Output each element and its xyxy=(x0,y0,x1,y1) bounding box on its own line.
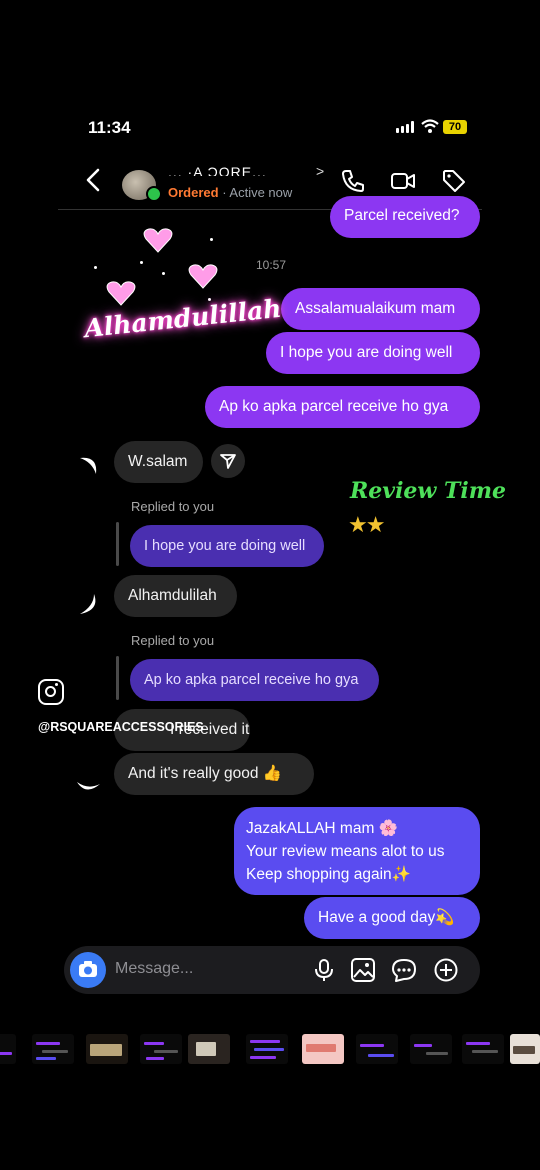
thumbnail[interactable] xyxy=(410,1034,452,1064)
story-thumbnail-strip xyxy=(0,1034,540,1068)
stars-sticker: ★★ xyxy=(348,512,385,537)
chat-title[interactable]: ... ·A ƆORE... xyxy=(168,164,318,176)
sticker-icon[interactable] xyxy=(391,958,417,982)
thumbnail[interactable] xyxy=(462,1034,504,1064)
reply-line xyxy=(116,522,119,566)
thumbnail[interactable] xyxy=(356,1034,398,1064)
sparkle-dot xyxy=(140,261,143,264)
phone-icon[interactable] xyxy=(340,168,366,194)
sparkle-dot xyxy=(94,266,97,269)
reply-quote[interactable]: Ap ko apka parcel receive ho gya xyxy=(130,659,379,701)
sender-avatar-moon xyxy=(80,457,97,474)
message-line: JazakALLAH mam 🌸 xyxy=(246,820,398,837)
thumbnail[interactable] xyxy=(32,1034,74,1064)
message-bubble-incoming[interactable]: Alhamdulilah xyxy=(114,575,237,617)
thumbnail[interactable] xyxy=(0,1034,16,1064)
message-line: Your review means alot to us xyxy=(246,843,445,860)
ordered-label: Ordered xyxy=(168,185,219,200)
message-bubble-incoming[interactable]: And it's really good 👍 xyxy=(114,753,314,795)
thumbnail[interactable] xyxy=(140,1034,182,1064)
message-bubble-outgoing[interactable]: Parcel received? xyxy=(330,196,480,238)
message-bubble-outgoing[interactable]: Ap ko apka parcel receive ho gya xyxy=(205,386,480,428)
chat-status: Ordered · Active now xyxy=(168,185,292,200)
heart-icon xyxy=(106,281,136,306)
thumbnail[interactable] xyxy=(302,1034,344,1064)
microphone-icon[interactable] xyxy=(311,958,337,982)
sparkle-dot xyxy=(210,238,213,241)
battery-indicator: 70 xyxy=(443,120,467,134)
thumbnail[interactable] xyxy=(86,1034,128,1064)
wifi-icon xyxy=(421,119,439,133)
message-bubble-outgoing[interactable]: Assalamualaikum mam xyxy=(281,288,480,330)
status-time: 11:34 xyxy=(88,118,131,137)
back-chevron-icon[interactable] xyxy=(82,166,106,194)
thumbnail[interactable] xyxy=(246,1034,288,1064)
replied-label: Replied to you xyxy=(131,633,215,648)
message-line: Keep shopping again✨ xyxy=(246,866,411,883)
reply-line xyxy=(116,656,119,700)
camera-icon[interactable] xyxy=(70,952,106,988)
replied-label: Replied to you xyxy=(131,499,215,514)
sender-avatar-moon xyxy=(80,594,96,614)
sparkle-dot xyxy=(162,272,165,275)
title-chevron[interactable]: > xyxy=(316,163,324,179)
message-bubble-outgoing[interactable]: JazakALLAH mam 🌸 Your review means alot … xyxy=(234,807,480,895)
heart-icon xyxy=(188,264,218,289)
thumbnail[interactable] xyxy=(510,1034,540,1064)
online-indicator xyxy=(146,186,162,202)
message-bubble-outgoing[interactable]: I hope you are doing well xyxy=(266,332,480,374)
sender-avatar-moon xyxy=(77,782,100,790)
thumbnail[interactable] xyxy=(188,1034,230,1064)
heart-icon xyxy=(143,228,173,253)
instagram-handle: @RSQUAREACCESSORIES xyxy=(38,720,204,734)
signal-icon xyxy=(396,121,416,133)
message-timestamp: 10:57 xyxy=(256,258,287,272)
message-bubble-outgoing[interactable]: Have a good day💫 xyxy=(304,897,480,939)
plus-icon[interactable] xyxy=(433,958,459,982)
message-bubble-incoming[interactable]: W.salam xyxy=(114,441,203,483)
send-icon[interactable] xyxy=(211,444,245,478)
active-status: Active now xyxy=(229,185,293,200)
message-input[interactable]: Message... xyxy=(115,960,193,978)
review-time-sticker: Review Time xyxy=(350,478,507,504)
video-icon[interactable] xyxy=(390,168,416,194)
status-separator: · xyxy=(218,185,230,200)
tag-icon[interactable] xyxy=(441,168,467,194)
instagram-icon xyxy=(38,679,64,705)
reply-quote[interactable]: I hope you are doing well xyxy=(130,525,324,567)
gallery-icon[interactable] xyxy=(350,958,376,982)
